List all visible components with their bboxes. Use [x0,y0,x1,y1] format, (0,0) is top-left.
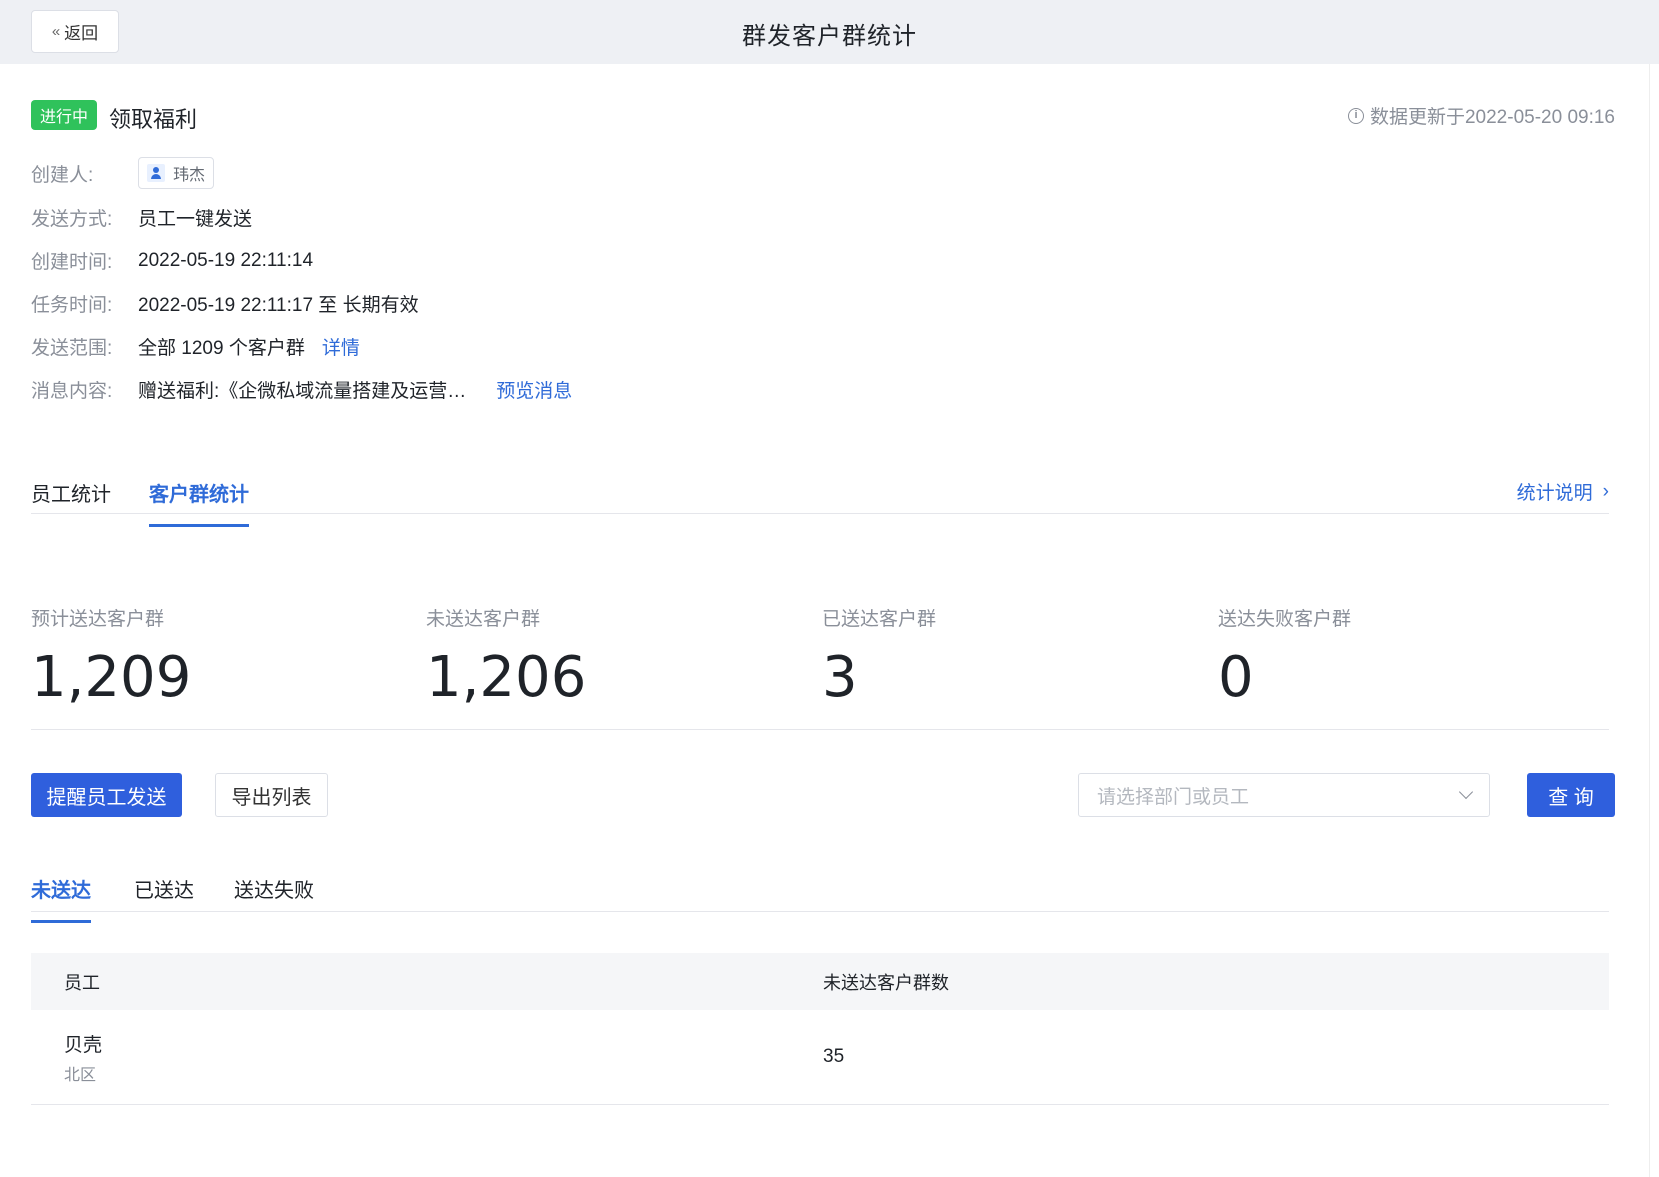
page-title: 群发客户群统计 [742,23,917,50]
meta-row-send-method: 发送方式: 员工一键发送 [31,204,252,231]
export-list-button[interactable]: 导出列表 [215,773,328,817]
task-time-label: 任务时间: [31,295,113,316]
preview-message-link[interactable]: 预览消息 [496,376,572,403]
meta-row-created-time: 创建时间: 2022-05-19 22:11:14 [31,247,313,274]
task-name: 领取福利 [109,107,198,132]
creator-name: 玮杰 [173,167,206,184]
stat-explain-link[interactable]: 统计说明 › [1517,478,1609,505]
col-header-count: 未送达客户群数 [823,972,949,993]
stat-undelivered-label: 未送达客户群 [426,609,541,630]
chevron-down-icon [1458,784,1474,800]
list-tabs: 未送达 已送达 送达失败 [31,862,1609,923]
stat-delivered-value: 3 [822,645,858,710]
table-row[interactable]: 贝壳 北区 35 [31,1010,1609,1105]
stat-planned: 预计送达客户群 1,209 [31,604,411,710]
meta-row-creator: 创建人: 玮杰 [31,157,215,189]
scrollbar[interactable] [1649,64,1659,1177]
top-bar: « 返回 群发客户群统计 [0,0,1659,64]
data-updated-text: 数据更新于2022-05-20 09:16 [1369,107,1615,128]
tab-failed[interactable]: 送达失败 [234,874,314,920]
stat-failed: 送达失败客户群 0 [1218,604,1598,710]
scope-detail-link[interactable]: 详情 [322,333,360,360]
select-placeholder: 请选择部门或员工 [1097,786,1250,808]
staff-name: 贝壳 [64,1034,103,1056]
creator-chip: 玮杰 [138,157,215,189]
content-value: 赠送福利:《企微私域流量搭建及运营… [138,381,467,402]
send-method-value: 员工一键发送 [138,209,253,230]
remind-staff-button[interactable]: 提醒员工发送 [31,773,182,817]
created-time-value: 2022-05-19 22:11:14 [138,249,314,271]
meta-row-scope: 发送范围: 全部 1209 个客户群 详情 [31,333,360,360]
stat-planned-label: 预计送达客户群 [31,609,165,630]
query-button[interactable]: 查 询 [1527,773,1615,817]
meta-row-content: 消息内容: 赠送福利:《企微私域流量搭建及运营… 预览消息 [31,376,572,403]
department-staff-select[interactable]: 请选择部门或员工 [1078,773,1490,817]
created-time-label: 创建时间: [31,252,113,273]
stat-failed-value: 0 [1218,645,1254,710]
person-icon [147,164,165,182]
stat-delivered: 已送达客户群 3 [822,604,1202,710]
chevron-right-icon: › [1602,480,1609,502]
tab-delivered[interactable]: 已送达 [134,874,194,920]
table-header: 员工 未送达客户群数 [31,953,1609,1010]
data-updated-info: i 数据更新于2022-05-20 09:16 [1347,102,1615,129]
info-icon: i [1347,107,1364,124]
staff-department: 北区 [64,1066,97,1084]
tab-staff-stats[interactable]: 员工统计 [31,478,111,524]
undelivered-count: 35 [823,1046,845,1067]
creator-label: 创建人: [31,164,94,186]
content-label: 消息内容: [31,381,113,402]
stat-failed-label: 送达失败客户群 [1218,609,1352,630]
scope-value: 全部 1209 个客户群 [138,338,305,359]
send-method-label: 发送方式: [31,209,113,230]
stat-explain-label: 统计说明 [1516,483,1593,504]
tab-undelivered[interactable]: 未送达 [31,874,91,923]
staff-table: 员工 未送达客户群数 贝壳 北区 35 [31,953,1609,1105]
task-time-value: 2022-05-19 22:11:17 至 长期有效 [138,295,419,316]
col-header-staff: 员工 [64,972,100,993]
tab-group-stats[interactable]: 客户群统计 [149,478,249,527]
staff-cell: 贝壳 北区 [31,1030,823,1085]
stat-tabs: 员工统计 客户群统计 统计说明 › [31,464,1609,527]
main-panel: 进行中 领取福利 i 数据更新于2022-05-20 09:16 创建人: 玮杰… [0,64,1649,1177]
meta-row-task-time: 任务时间: 2022-05-19 22:11:17 至 长期有效 [31,290,419,317]
stat-undelivered: 未送达客户群 1,206 [426,604,806,710]
stat-planned-value: 1,209 [31,645,192,710]
scope-label: 发送范围: [31,338,113,359]
status-badge: 进行中 [31,100,98,130]
stat-delivered-label: 已送达客户群 [822,609,937,630]
section-divider [31,729,1609,730]
stat-undelivered-value: 1,206 [426,645,587,710]
